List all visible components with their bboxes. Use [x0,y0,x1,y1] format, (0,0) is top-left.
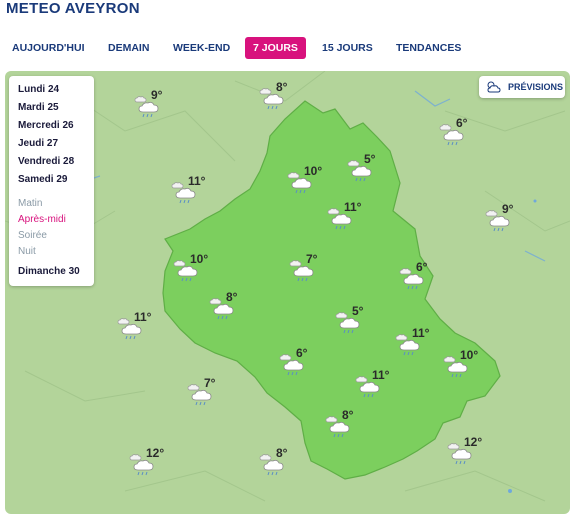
forecast-marker[interactable]: 6° [278,346,322,386]
forecast-marker[interactable]: 11° [116,310,160,350]
forecast-marker[interactable]: 10° [172,252,216,292]
forecast-marker[interactable]: 9° [484,202,528,242]
forecast-marker[interactable]: 6° [398,260,442,300]
day-mardi-25[interactable]: Mardi 25 [18,102,59,113]
period-apres-midi[interactable]: Après-midi [18,214,66,225]
tab-week-end[interactable]: WEEK-END [173,42,230,54]
tab-tendances[interactable]: TENDANCES [396,42,461,54]
tab-aujourdhui[interactable]: AUJOURD'HUI [12,42,85,54]
forecast-marker[interactable]: 10° [442,348,486,388]
day-dimanche-30[interactable]: Dimanche 30 [18,266,80,277]
forecast-marker[interactable]: 8° [258,80,302,120]
period-soiree[interactable]: Soirée [18,230,47,241]
previsions-button[interactable]: PRÉVISIONS [479,76,565,98]
forecast-marker[interactable]: 12° [446,435,490,475]
forecast-marker[interactable]: 6° [438,116,482,156]
forecast-marker[interactable]: 11° [394,326,438,366]
forecast-marker[interactable]: 7° [288,252,332,292]
forecast-marker[interactable]: 10° [286,164,330,204]
forecast-marker[interactable]: 7° [186,376,230,416]
sun-cloud-icon [485,79,503,100]
tab-bar: AUJOURD'HUI DEMAIN WEEK-END 7 JOURS 15 J… [0,37,577,64]
forecast-marker[interactable]: 5° [346,152,390,192]
day-lundi-24[interactable]: Lundi 24 [18,84,59,95]
tab-7-jours[interactable]: 7 JOURS [245,37,306,59]
tab-demain[interactable]: DEMAIN [108,42,149,54]
forecast-marker[interactable]: 5° [334,304,378,344]
forecast-marker[interactable]: 8° [208,290,252,330]
forecast-marker[interactable]: 9° [133,88,177,128]
day-vendredi-28[interactable]: Vendredi 28 [18,156,74,167]
forecast-marker[interactable]: 8° [258,446,302,486]
day-jeudi-27[interactable]: Jeudi 27 [18,138,58,149]
forecast-marker[interactable]: 8° [324,408,368,448]
tab-15-jours[interactable]: 15 JOURS [322,42,373,54]
period-nuit[interactable]: Nuit [18,246,36,257]
period-matin[interactable]: Matin [18,198,42,209]
forecast-marker[interactable]: 12° [128,446,172,486]
previsions-label: PRÉVISIONS [508,82,564,92]
day-mercredi-26[interactable]: Mercredi 26 [18,120,74,131]
forecast-marker[interactable]: 11° [354,368,398,408]
day-samedi-29[interactable]: Samedi 29 [18,174,67,185]
day-selector: Lundi 24 Mardi 25 Mercredi 26 Jeudi 27 V… [9,76,94,286]
forecast-marker[interactable]: 11° [326,200,370,240]
forecast-marker[interactable]: 11° [170,174,214,214]
page-title: METEO AVEYRON [6,0,140,17]
